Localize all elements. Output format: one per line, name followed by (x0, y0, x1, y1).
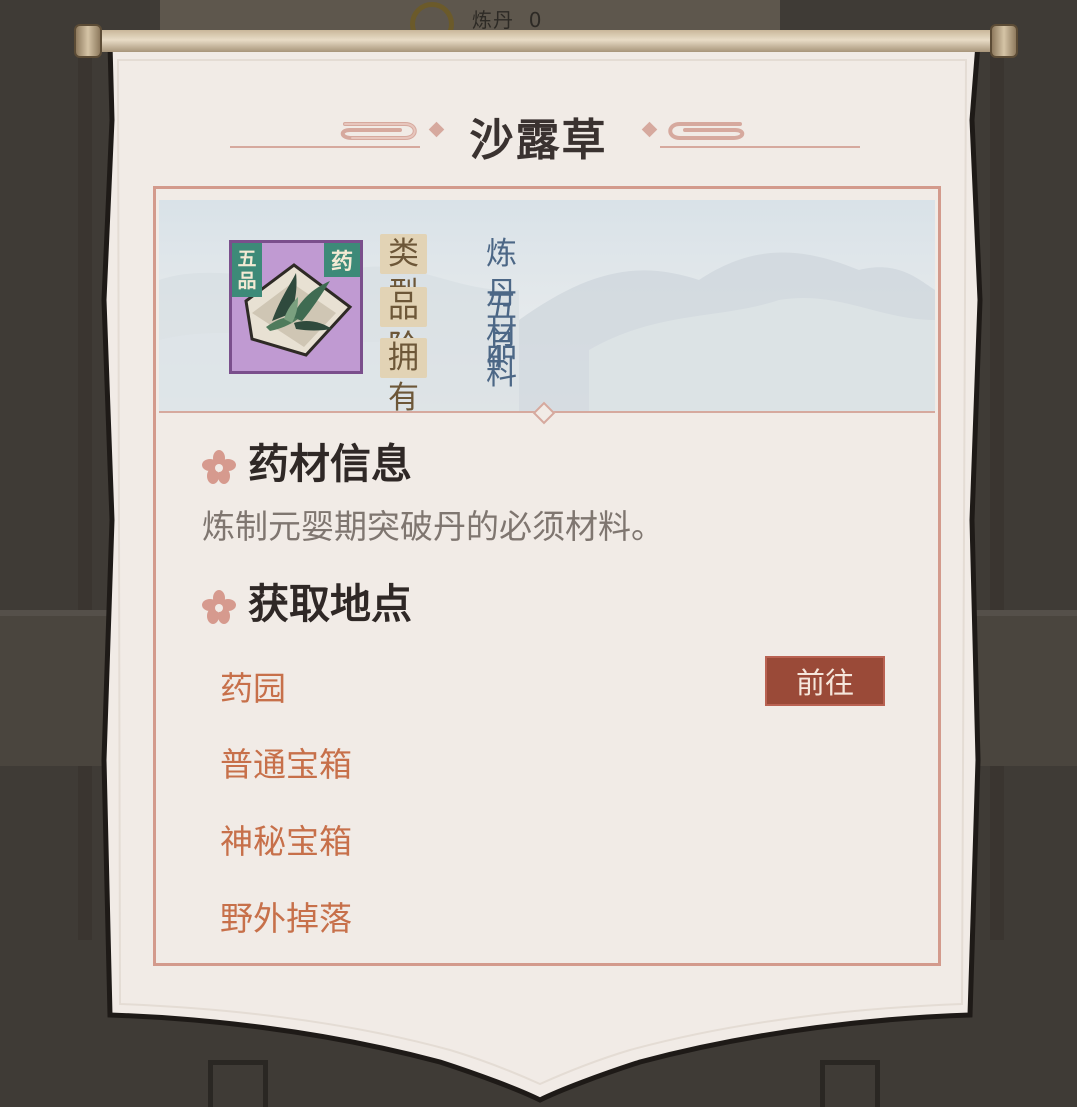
grade-tag: 五 品 (232, 243, 262, 297)
property-value: 炼丹材料 (486, 236, 517, 392)
property-key: 品阶 (380, 287, 427, 365)
item-detail-dialog: 沙露草 五 品 药 类型 炼丹材料 品阶 (0, 0, 1077, 1107)
source-item-mystery-chest: 神秘宝箱 (220, 822, 352, 861)
source-item-wild-drop: 野外掉落 (220, 899, 352, 938)
scroll-rod-knob-left (74, 24, 102, 58)
title-row: 沙露草 (0, 104, 1077, 166)
flower-icon (202, 450, 236, 484)
kind-tag: 药 (324, 243, 360, 277)
property-value: 4 (486, 340, 506, 376)
property-key: 类型 (380, 234, 427, 312)
scroll-rod (82, 30, 1012, 52)
dialog-title: 沙露草 (469, 115, 608, 166)
property-key: 拥有 (380, 338, 427, 416)
flower-icon (202, 590, 236, 624)
source-item-common-chest: 普通宝箱 (220, 745, 352, 784)
go-to-herb-garden-button[interactable]: 前往 (765, 656, 885, 706)
item-icon: 五 品 药 (229, 240, 363, 374)
scroll-rod-knob-right (990, 24, 1018, 58)
source-item-herb-garden: 药园 (220, 669, 286, 708)
property-value: 五品 (486, 289, 517, 365)
item-description: 炼制元婴期突破丹的必须材料。 (202, 507, 664, 546)
